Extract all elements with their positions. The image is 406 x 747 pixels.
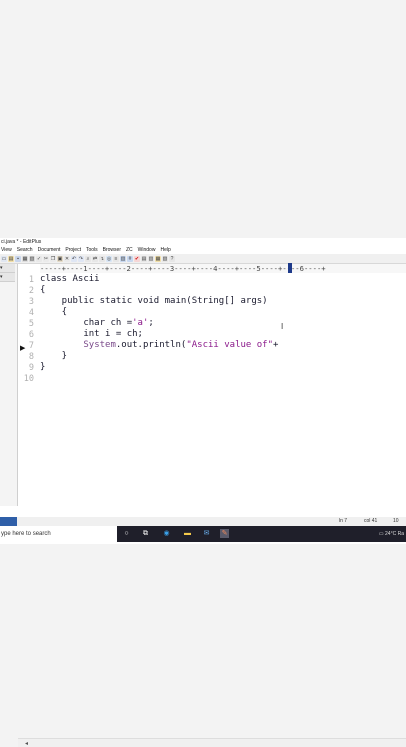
- code-line: {: [40, 285, 46, 295]
- weather-temp: 24°C: [385, 531, 397, 537]
- save-icon[interactable]: ▪: [15, 255, 21, 262]
- tray-icon[interactable]: ▭: [379, 531, 384, 537]
- code-line: System.out.println("Ascii value of"+: [40, 340, 278, 350]
- menu-zc[interactable]: ZC: [126, 246, 133, 254]
- status-indicator: [0, 517, 17, 526]
- menu-window[interactable]: Window: [138, 246, 156, 254]
- code-object: System: [83, 340, 116, 350]
- cliptext-icon[interactable]: ▧: [162, 255, 168, 262]
- status-extra: 10: [393, 518, 399, 524]
- menu-help[interactable]: Help: [160, 246, 170, 254]
- code-token: ;: [148, 318, 154, 328]
- menu-document[interactable]: Document: [38, 246, 61, 254]
- cortana-icon[interactable]: ○: [122, 529, 131, 538]
- ruler-cursor-marker: [288, 263, 292, 273]
- find-icon[interactable]: ⌕: [85, 255, 91, 262]
- copy-icon[interactable]: ❐: [50, 255, 56, 262]
- status-line: ln 7: [339, 518, 348, 524]
- line-number: 6: [28, 330, 34, 340]
- menu-browser[interactable]: Browser: [103, 246, 121, 254]
- status-bar: ln 7 col 41 10: [0, 517, 406, 526]
- menu-search[interactable]: Search: [17, 246, 33, 254]
- new-file-icon[interactable]: ▭: [1, 255, 7, 262]
- print-icon[interactable]: ▦: [22, 255, 28, 262]
- paste-icon[interactable]: ▣: [57, 255, 63, 262]
- current-line-marker-icon: ▶: [20, 345, 26, 352]
- cut-icon[interactable]: ✂: [43, 255, 49, 262]
- code-editor[interactable]: class Ascii { public static void main(St…: [40, 273, 406, 505]
- code-line: public static void main(String[] args): [40, 296, 268, 306]
- line-number: 4: [28, 308, 34, 318]
- line-number: 3: [28, 297, 34, 307]
- ruler-icon[interactable]: ▥: [120, 255, 126, 262]
- line-number-icon[interactable]: #: [127, 255, 133, 262]
- help-icon[interactable]: ?: [169, 255, 175, 262]
- tray-text: Ra: [397, 531, 404, 537]
- code-token: char ch =: [40, 318, 133, 328]
- spell-check-icon[interactable]: ✓: [36, 255, 42, 262]
- system-tray: ▭ 24°C Ra: [379, 526, 404, 542]
- screen: { "window": { "title": "ci.java * - Edit…: [0, 0, 406, 747]
- ruler: -----+----1----+----2----+----3----+----…: [40, 264, 406, 273]
- menu-view[interactable]: View: [1, 246, 12, 254]
- code-string: 'a': [132, 318, 149, 328]
- open-file-icon[interactable]: ▤: [8, 255, 14, 262]
- toolbar: ▭ ▤ ▪ ▦ ▧ ✓ ✂ ❐ ▣ ✕ ↶ ↷ ⌕ ⇄ ↴ ◎ ≡ ▥ # ✔ …: [0, 254, 406, 264]
- menu-tools[interactable]: Tools: [86, 246, 98, 254]
- line-number: 7: [28, 341, 34, 351]
- code-line: class Ascii: [40, 274, 100, 284]
- line-number: 8: [28, 352, 34, 362]
- window-cascade-icon[interactable]: ▥: [148, 255, 154, 262]
- horizontal-scrollbar[interactable]: ◂: [18, 738, 406, 747]
- code-line: }: [40, 362, 46, 372]
- directory-panel[interactable]: ▾ ▾: [0, 264, 18, 506]
- window-tile-icon[interactable]: ▤: [141, 255, 147, 262]
- goto-icon[interactable]: ↴: [99, 255, 105, 262]
- line-number: 10: [23, 374, 34, 384]
- browser-icon[interactable]: ◎: [106, 255, 112, 262]
- status-col: col 41: [364, 518, 378, 524]
- redo-icon[interactable]: ↷: [78, 255, 84, 262]
- line-number: 9: [28, 363, 34, 373]
- wordwrap-icon[interactable]: ≡: [113, 255, 119, 262]
- line-number: 1: [28, 275, 34, 285]
- panel-tab[interactable]: ▾: [0, 273, 15, 282]
- line-number-gutter: 1 2 3 4 5 6 7 8 9 10: [18, 273, 38, 505]
- line-number: 5: [28, 319, 34, 329]
- mail-icon[interactable]: ✉: [202, 529, 211, 538]
- text-cursor-icon: I: [281, 322, 284, 331]
- menu-bar: View Search Document Project Tools Brows…: [0, 246, 406, 254]
- panel-tab[interactable]: ▾: [0, 264, 15, 273]
- replace-icon[interactable]: ⇄: [92, 255, 98, 262]
- delete-icon[interactable]: ✕: [64, 255, 70, 262]
- menu-project[interactable]: Project: [65, 246, 81, 254]
- code-string: "Ascii value of": [186, 340, 274, 350]
- file-explorer-icon[interactable]: ▬: [183, 529, 192, 538]
- print-preview-icon[interactable]: ▧: [29, 255, 35, 262]
- directory-icon[interactable]: ▦: [155, 255, 161, 262]
- check-icon[interactable]: ✔: [134, 255, 140, 262]
- edge-icon[interactable]: ◉: [162, 529, 171, 538]
- code-line: int i = ch;: [40, 329, 143, 339]
- code-token: .out.println(: [115, 340, 187, 350]
- code-line: char ch ='a';: [40, 318, 154, 328]
- taskbar-search-input[interactable]: ype here to search: [0, 526, 117, 542]
- code-token: +: [273, 340, 279, 350]
- window-title: ci.java * - EditPlus: [1, 239, 42, 245]
- code-line: {: [40, 307, 68, 317]
- editplus-window: ci.java * - EditPlus View Search Documen…: [0, 238, 406, 747]
- task-view-icon[interactable]: ⧉: [141, 529, 150, 538]
- windows-taskbar: ype here to search ○ ⧉ ◉ ▬ ✉ ✎ ▭ 24°C Ra: [0, 526, 406, 542]
- code-line: }: [40, 351, 68, 361]
- editplus-taskbar-icon[interactable]: ✎: [220, 529, 229, 538]
- undo-icon[interactable]: ↶: [71, 255, 77, 262]
- scroll-left-icon[interactable]: ◂: [25, 740, 28, 747]
- line-number: 2: [28, 286, 34, 296]
